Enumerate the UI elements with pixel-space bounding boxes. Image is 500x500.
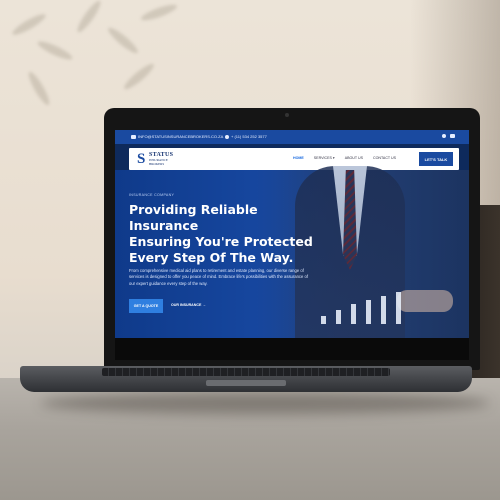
nav-home[interactable]: HOME bbox=[293, 156, 304, 160]
headline-line2: Ensuring You're Protected bbox=[129, 234, 313, 249]
leaf-shadow bbox=[74, 0, 104, 35]
keyboard bbox=[102, 368, 390, 376]
hero-headline: Providing Reliable Insurance Ensuring Yo… bbox=[129, 202, 329, 266]
lets-talk-button[interactable]: LET'S TALK bbox=[419, 152, 453, 166]
growth-bar bbox=[351, 304, 356, 324]
laptop-screen: INFO@STATUSINSURANCEBROKERS.CO.ZA + (11)… bbox=[115, 130, 469, 360]
growth-bar bbox=[336, 310, 341, 324]
topbar-email-text: INFO@STATUSINSURANCEBROKERS.CO.ZA bbox=[138, 134, 224, 139]
growth-bar bbox=[396, 292, 401, 324]
leaf-shadow bbox=[10, 11, 48, 38]
our-insurance-link[interactable]: OUR INSURANCE → bbox=[171, 303, 206, 307]
leaf-shadow bbox=[105, 24, 141, 57]
logo-subtitle-line2: BROKERS bbox=[149, 161, 165, 166]
social-links bbox=[442, 134, 455, 138]
website-topbar: INFO@STATUSINSURANCEBROKERS.CO.ZA + (11)… bbox=[115, 130, 469, 144]
hero-eyebrow: INSURANCE COMPANY bbox=[129, 193, 175, 197]
nav-services[interactable]: SERVICES ▾ bbox=[314, 156, 335, 160]
leaf-shadow bbox=[139, 1, 179, 24]
nav-links: HOME SERVICES ▾ ABOUT US CONTACT US bbox=[293, 156, 396, 160]
phone-icon bbox=[225, 134, 229, 139]
laptop-shadow bbox=[40, 392, 490, 414]
leaf-shadow bbox=[25, 69, 53, 108]
leaf-shadow bbox=[35, 38, 75, 63]
headline-line3: Every Step Of The Way. bbox=[129, 250, 294, 265]
growth-bar bbox=[381, 296, 386, 324]
nav-contact[interactable]: CONTACT US bbox=[373, 156, 396, 160]
get-a-quote-button[interactable]: GET A QUOTE bbox=[129, 299, 163, 313]
nav-about[interactable]: ABOUT US bbox=[345, 156, 363, 160]
webcam bbox=[285, 113, 289, 117]
growth-bar bbox=[366, 300, 371, 324]
logo-mark[interactable]: S bbox=[137, 152, 147, 167]
businessman-hand bbox=[397, 290, 453, 312]
trackpad bbox=[206, 380, 286, 386]
website-navbar: S STATUS INSURANCE BROKERS HOME SERVICES… bbox=[129, 148, 459, 170]
linkedin-icon[interactable] bbox=[450, 134, 455, 138]
leaf-shadow bbox=[121, 60, 157, 93]
topbar-phone-text: + (11) 534 252 3577 bbox=[231, 134, 267, 139]
facebook-icon[interactable] bbox=[442, 134, 446, 138]
growth-bar bbox=[321, 316, 326, 324]
hero-section: INSURANCE COMPANY Providing Reliable Ins… bbox=[115, 166, 469, 338]
screen-bottom-bezel bbox=[115, 338, 469, 360]
headline-line1: Providing Reliable Insurance bbox=[129, 202, 258, 233]
hero-body: From comprehensive medical aid plans to … bbox=[129, 268, 309, 286]
growth-bars bbox=[321, 292, 401, 324]
mail-icon bbox=[131, 134, 136, 139]
topbar-phone[interactable]: + (11) 534 252 3577 bbox=[225, 134, 267, 139]
logo-subtitle: INSURANCE BROKERS bbox=[149, 158, 179, 166]
topbar-email[interactable]: INFO@STATUSINSURANCEBROKERS.CO.ZA bbox=[131, 134, 223, 139]
laptop-lid: INFO@STATUSINSURANCEBROKERS.CO.ZA + (11)… bbox=[104, 108, 480, 370]
laptop-base bbox=[20, 366, 472, 392]
